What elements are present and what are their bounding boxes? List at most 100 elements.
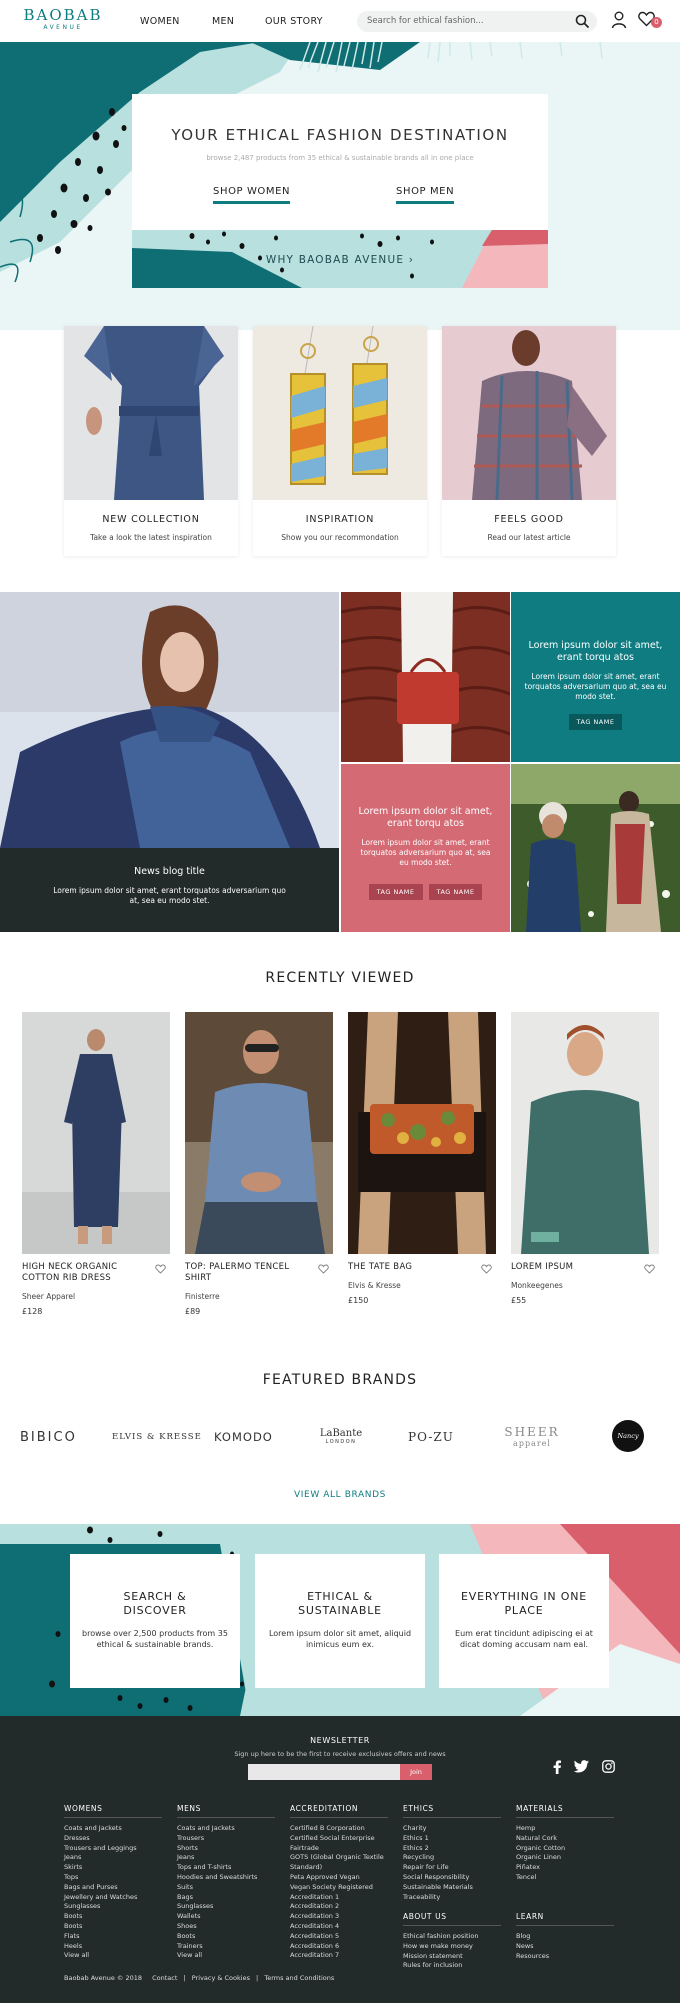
footer-link[interactable]: Coats and Jackets (64, 1824, 162, 1834)
footer-link[interactable]: Ethics 1 (403, 1834, 501, 1844)
site-logo[interactable]: BAOBAB AVENUE (23, 6, 103, 31)
brand-logo-nancy-dee[interactable]: Nancy Dee (612, 1420, 644, 1472)
footer-link[interactable]: Shorts (177, 1844, 275, 1854)
footer-link[interactable]: Skirts (64, 1863, 162, 1873)
twitter-icon[interactable] (573, 1760, 589, 1776)
footer-link[interactable]: Hoodies and Sweatshirts (177, 1873, 275, 1883)
heart-icon[interactable] (318, 1264, 329, 1277)
footer-link[interactable]: Natural Cork (516, 1834, 614, 1844)
product-card[interactable]: THE TATE BAG Elvis & Kresse £150 (348, 1012, 496, 1305)
heart-icon[interactable] (644, 1264, 655, 1277)
footer-link[interactable]: Shoes (177, 1922, 275, 1932)
instagram-icon[interactable] (602, 1760, 615, 1776)
footer-link[interactable]: Jeans (64, 1853, 162, 1863)
product-name[interactable]: LOREM IPSUM (511, 1262, 631, 1273)
brand-logo-labante[interactable]: LaBante LONDON (312, 1428, 370, 1445)
brand-logo-komodo[interactable]: KOMODO (214, 1430, 273, 1444)
footer-link[interactable]: Recycling (403, 1853, 501, 1863)
nav-our-story[interactable]: OUR STORY (265, 16, 323, 27)
footer-link[interactable]: Sunglasses (177, 1902, 275, 1912)
footer-link[interactable]: Repair for Life (403, 1863, 501, 1873)
footer-link[interactable]: Tops and T-shirts (177, 1863, 275, 1873)
view-all-brands-link[interactable]: VIEW ALL BRANDS (0, 1490, 680, 1500)
blog-tile-cotton[interactable] (511, 764, 680, 932)
footer-link[interactable]: Accreditation 3 (290, 1912, 390, 1922)
footer-link[interactable]: Bags and Purses (64, 1883, 162, 1893)
footer-link[interactable]: Social Responsibility (403, 1873, 501, 1883)
footer-link[interactable]: Rules for inclusion (403, 1961, 501, 1971)
footer-link[interactable]: Accreditation 2 (290, 1902, 390, 1912)
footer-link[interactable]: Dresses (64, 1834, 162, 1844)
footer-link[interactable]: Sunglasses (64, 1902, 162, 1912)
privacy-link[interactable]: Privacy & Cookies (192, 1974, 250, 1982)
category-card-feels-good[interactable]: FEELS GOOD Read our latest article (442, 326, 616, 556)
blog-tile-main[interactable]: News blog title Lorem ipsum dolor sit am… (0, 592, 339, 932)
footer-link[interactable]: Accreditation 7 (290, 1951, 390, 1961)
product-name[interactable]: TOP: PALERMO TENCEL SHIRT (185, 1262, 305, 1284)
product-card[interactable]: HIGH NECK ORGANIC COTTON RIB DRESS Sheer… (22, 1012, 170, 1316)
heart-icon[interactable] (155, 1264, 166, 1277)
footer-link[interactable]: Boots (64, 1922, 162, 1932)
brand-logo-sheer[interactable]: SHEER apparel (502, 1425, 562, 1448)
brand-logo-pozu[interactable]: PO-ZU (408, 1430, 454, 1444)
footer-link[interactable]: Trousers (177, 1834, 275, 1844)
footer-link[interactable]: Flats (64, 1932, 162, 1942)
tag-button[interactable]: TAG NAME (368, 884, 423, 900)
terms-link[interactable]: Terms and Conditions (264, 1974, 334, 1982)
nav-men[interactable]: MEN (212, 16, 234, 27)
product-name[interactable]: THE TATE BAG (348, 1262, 468, 1273)
footer-link[interactable]: Tencel (516, 1873, 614, 1883)
footer-link[interactable]: Ethics 2 (403, 1844, 501, 1854)
footer-link[interactable]: Piñatex (516, 1863, 614, 1873)
product-name[interactable]: HIGH NECK ORGANIC COTTON RIB DRESS (22, 1262, 142, 1284)
footer-link[interactable]: Jewellery and Watches (64, 1893, 162, 1903)
footer-link[interactable]: View all (64, 1951, 162, 1961)
footer-link[interactable]: Mission statement (403, 1952, 501, 1962)
footer-link[interactable]: Suits (177, 1883, 275, 1893)
footer-link[interactable]: Organic Cotton (516, 1844, 614, 1854)
footer-link[interactable]: Heels (64, 1942, 162, 1952)
blog-tile-teal[interactable]: Lorem ipsum dolor sit amet, erant torqu … (511, 592, 680, 762)
shop-women-link[interactable]: SHOP WOMEN (213, 186, 291, 204)
footer-link[interactable]: Traceability (403, 1893, 501, 1903)
footer-link[interactable]: Fairtrade (290, 1844, 390, 1854)
footer-link[interactable]: Boots (177, 1932, 275, 1942)
tag-button[interactable]: TAG NAME (568, 714, 623, 730)
nav-women[interactable]: WOMEN (140, 16, 180, 27)
contact-link[interactable]: Contact (152, 1974, 177, 1982)
newsletter-email-input[interactable] (248, 1764, 400, 1780)
why-baobab-banner[interactable]: WHY BAOBAB AVENUE › (132, 230, 548, 288)
search-icon[interactable] (575, 14, 590, 32)
footer-link[interactable]: Organic Linen (516, 1853, 614, 1863)
footer-link[interactable]: Tops (64, 1873, 162, 1883)
category-card-new-collection[interactable]: NEW COLLECTION Take a look the latest in… (64, 326, 238, 556)
footer-link[interactable]: Wallets (177, 1912, 275, 1922)
footer-link[interactable]: Blog (516, 1932, 614, 1942)
footer-link[interactable]: View all (177, 1951, 275, 1961)
shop-men-link[interactable]: SHOP MEN (396, 186, 455, 204)
product-card[interactable]: TOP: PALERMO TENCEL SHIRT Finisterre £89 (185, 1012, 333, 1316)
footer-link[interactable]: Accreditation 1 (290, 1893, 390, 1903)
footer-link[interactable]: Sustainable Materials (403, 1883, 501, 1893)
footer-link[interactable]: News (516, 1942, 614, 1952)
heart-icon[interactable] (481, 1264, 492, 1277)
footer-link[interactable]: Peta Approved Vegan (290, 1873, 390, 1883)
brand-logo-elvis-kresse[interactable]: ELVIS & KRESSE (112, 1432, 202, 1442)
footer-link[interactable]: Coats and Jackets (177, 1824, 275, 1834)
footer-link[interactable]: How we make money (403, 1942, 501, 1952)
account-icon[interactable] (611, 11, 627, 32)
footer-link[interactable]: Certified B Corporation (290, 1824, 390, 1834)
footer-link[interactable]: Accreditation 4 (290, 1922, 390, 1932)
category-card-inspiration[interactable]: INSPIRATION Show you our recommondation (253, 326, 427, 556)
footer-link[interactable]: Ethical fashion position (403, 1932, 501, 1942)
footer-link[interactable]: Hemp (516, 1824, 614, 1834)
footer-link[interactable]: Accreditation 6 (290, 1942, 390, 1952)
footer-link[interactable]: Charity (403, 1824, 501, 1834)
product-card[interactable]: LOREM IPSUM Monkeegenes £55 (511, 1012, 659, 1305)
footer-link[interactable]: Vegan Society Registered (290, 1883, 390, 1893)
footer-link[interactable]: Resources (516, 1952, 614, 1962)
footer-link[interactable]: Trousers and Leggings (64, 1844, 162, 1854)
newsletter-join-button[interactable]: Join (400, 1764, 432, 1780)
tag-button[interactable]: TAG NAME (428, 884, 483, 900)
footer-link[interactable]: Certified Social Enterprise (290, 1834, 390, 1844)
